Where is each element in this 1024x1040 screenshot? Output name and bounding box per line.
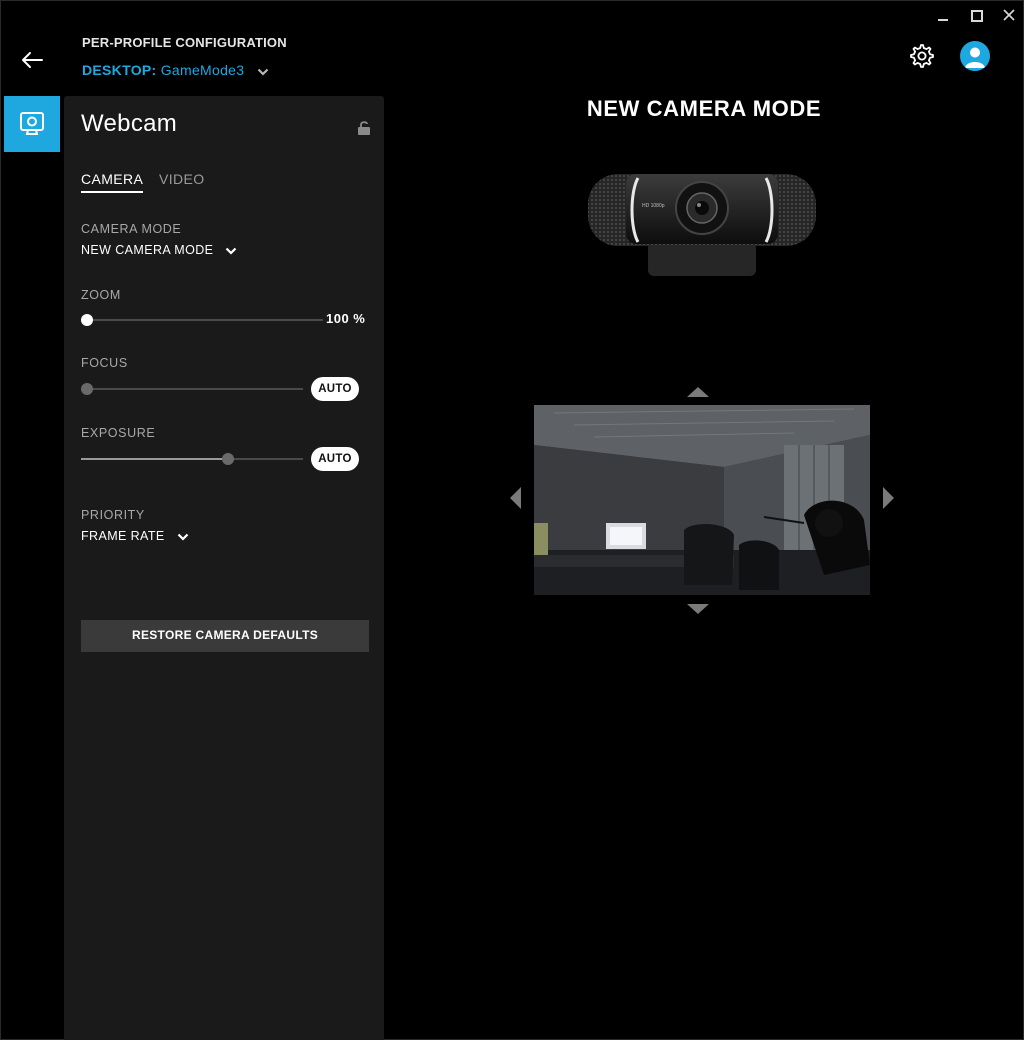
settings-panel: Webcam CAMERA VIDEO CAMERA MODE NEW CAME… (64, 96, 384, 1040)
priority-label: PRIORITY (81, 508, 145, 522)
focus-slider[interactable] (81, 383, 303, 395)
tab-video[interactable]: VIDEO (159, 171, 205, 187)
focus-label: FOCUS (81, 356, 128, 370)
pan-up-arrow-icon[interactable] (687, 387, 709, 397)
zoom-slider-handle[interactable] (81, 314, 93, 326)
chevron-down-icon (257, 63, 269, 79)
camera-mode-label: CAMERA MODE (81, 222, 182, 236)
camera-mode-title: NEW CAMERA MODE (586, 96, 822, 121)
focus-auto-toggle[interactable]: AUTO (311, 377, 359, 401)
exposure-label: EXPOSURE (81, 426, 156, 440)
exposure-slider[interactable] (81, 453, 303, 465)
priority-value: FRAME RATE (81, 529, 165, 543)
panel-title: Webcam (81, 110, 178, 137)
camera-preview (534, 405, 870, 595)
exposure-slider-fill (81, 458, 228, 460)
camera-mode-dropdown[interactable]: NEW CAMERA MODE (81, 243, 237, 258)
camera-mode-value: NEW CAMERA MODE (81, 243, 214, 257)
restore-camera-defaults-button[interactable]: RESTORE CAMERA DEFAULTS (81, 620, 369, 652)
gear-icon[interactable] (908, 42, 936, 70)
profile-prefix: DESKTOP: (82, 62, 157, 78)
sidebar-item-webcam[interactable] (4, 96, 60, 152)
chevron-down-icon (177, 530, 189, 544)
webcam-badge: HD 1080p (642, 203, 665, 209)
zoom-slider[interactable] (81, 314, 323, 326)
page-title: PER-PROFILE CONFIGURATION (82, 35, 287, 50)
profile-name: GameMode3 (160, 62, 245, 78)
minimize-icon[interactable] (934, 8, 952, 24)
exposure-slider-handle[interactable] (221, 453, 234, 465)
close-icon[interactable] (1000, 8, 1018, 24)
pan-down-arrow-icon[interactable] (687, 604, 709, 614)
zoom-value: 100 % (326, 311, 366, 326)
zoom-label: ZOOM (81, 288, 121, 302)
chevron-down-icon (225, 244, 237, 258)
webcam-icon (20, 112, 44, 135)
tab-camera[interactable]: CAMERA (81, 171, 144, 193)
pan-left-arrow-icon[interactable] (510, 487, 521, 509)
exposure-auto-toggle[interactable]: AUTO (311, 447, 359, 471)
profile-selector[interactable]: DESKTOP: GameMode3 (82, 62, 269, 79)
priority-dropdown[interactable]: FRAME RATE (81, 529, 189, 544)
webcam-device-image: HD 1080p (586, 166, 818, 280)
focus-slider-handle[interactable] (81, 383, 93, 395)
pan-right-arrow-icon[interactable] (883, 487, 894, 509)
back-arrow-icon[interactable] (18, 46, 46, 74)
maximize-icon[interactable] (968, 8, 986, 24)
lock-icon[interactable] (357, 120, 371, 136)
user-icon[interactable] (960, 41, 990, 71)
